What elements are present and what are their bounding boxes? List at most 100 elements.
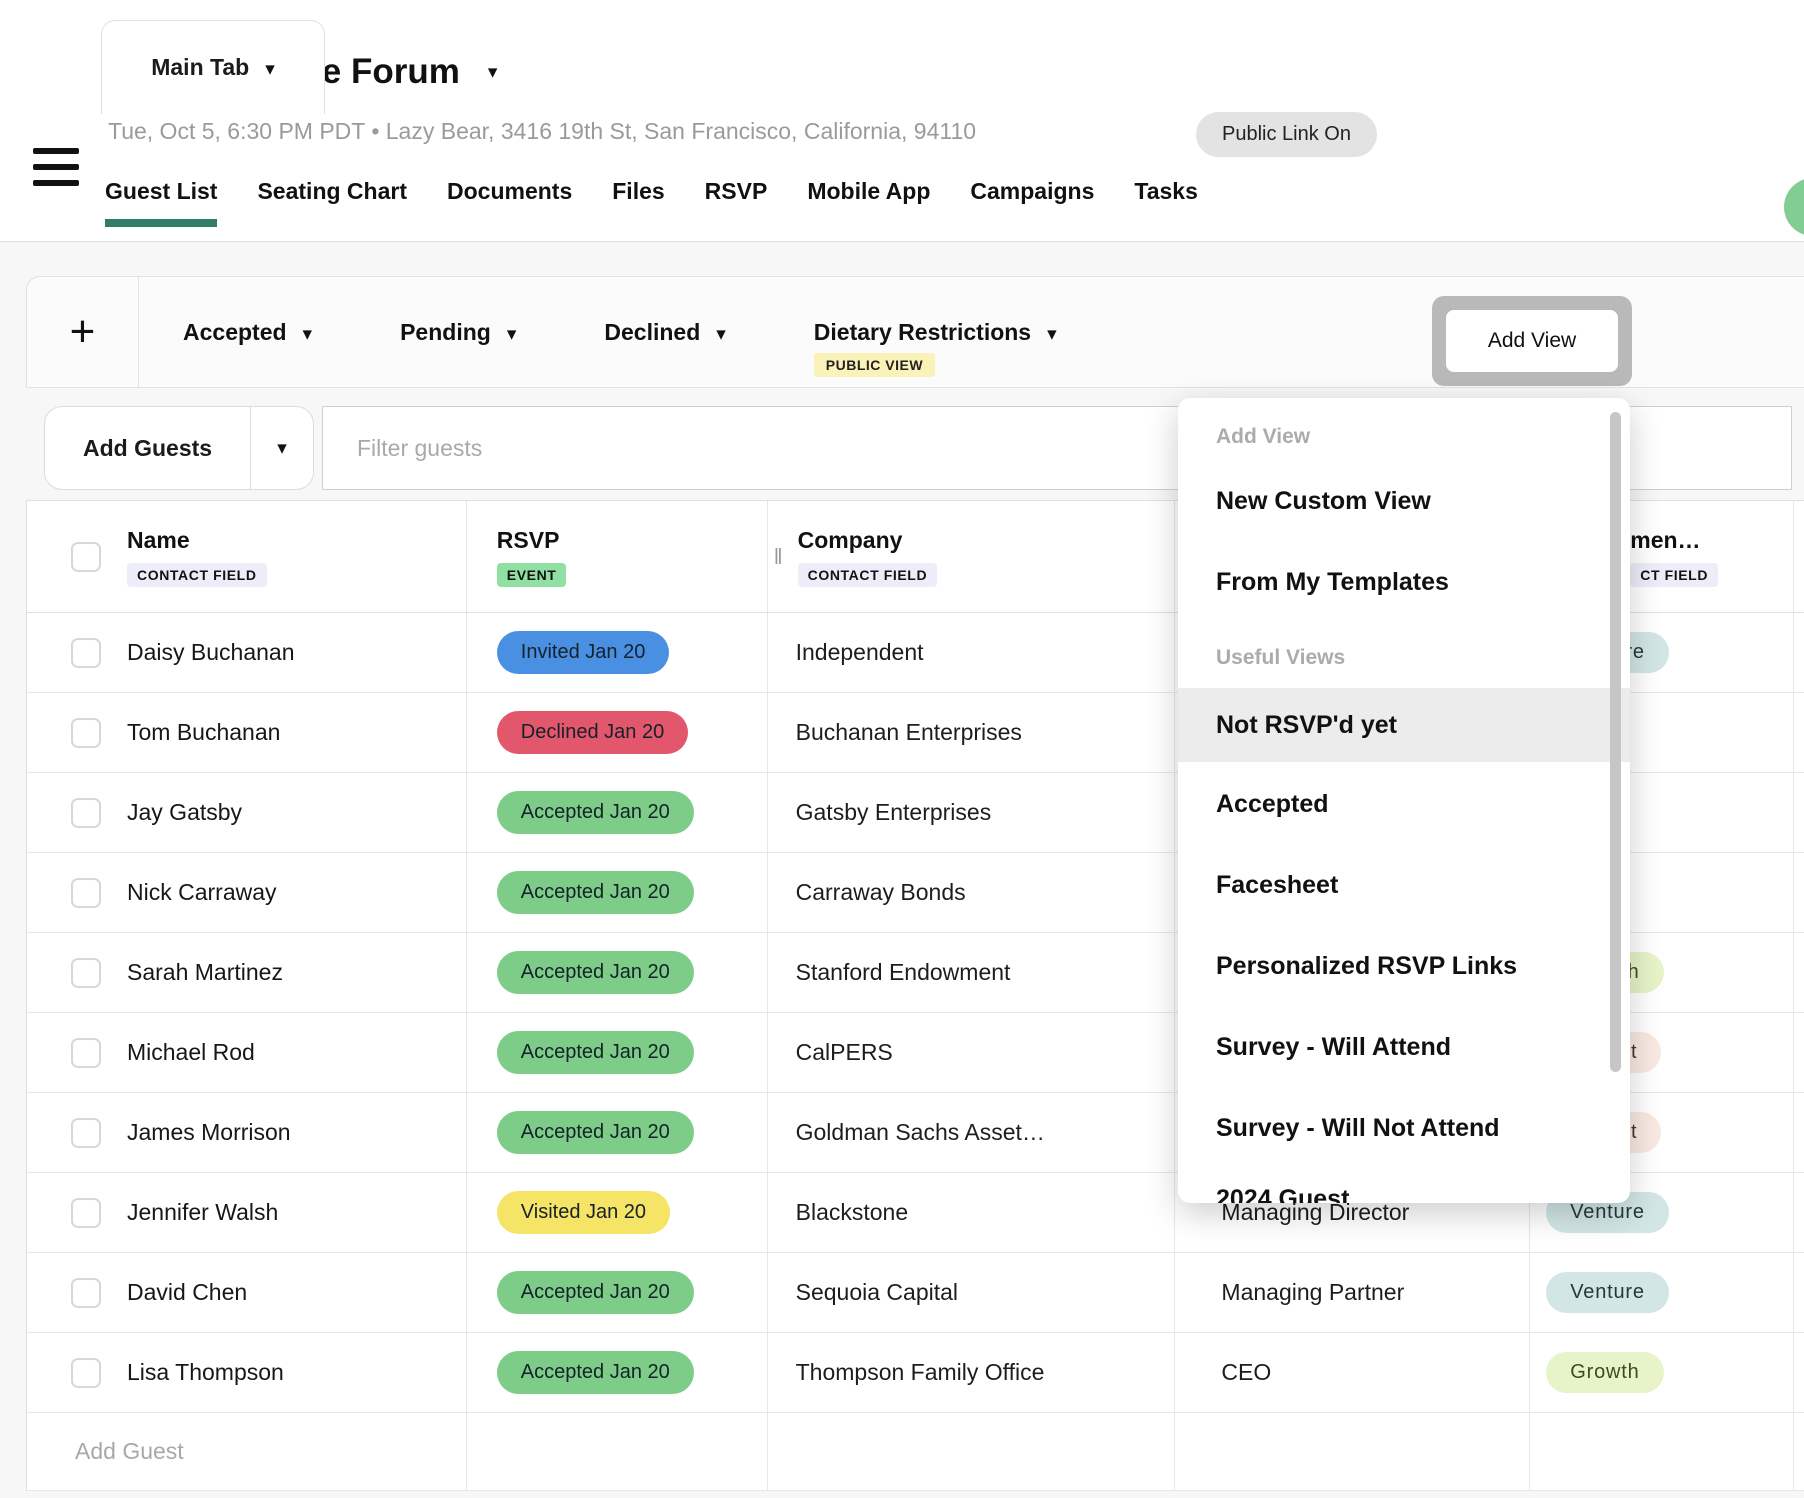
menu-bar xyxy=(33,148,79,154)
contact-field-badge: CONTACT FIELD xyxy=(127,563,267,587)
tab-tasks[interactable]: Tasks xyxy=(1134,178,1198,227)
next-cell xyxy=(1794,1253,1804,1332)
guest-company: Goldman Sachs Asset… xyxy=(796,1119,1045,1146)
add-guests-dropdown-toggle[interactable] xyxy=(251,407,313,489)
rsvp-status-pill: Accepted Jan 20 xyxy=(497,1031,694,1074)
name-cell: James Morrison xyxy=(27,1093,467,1172)
contact-field-badge-clipped: CT FIELD xyxy=(1630,563,1718,587)
rsvp-status-pill: Visited Jan 20 xyxy=(497,1191,670,1234)
menu-item-personalized-rsvp-links[interactable]: Personalized RSVP Links xyxy=(1178,952,1630,981)
view-tab-pending[interactable]: Pending xyxy=(356,277,560,387)
company-cell: Blackstone xyxy=(768,1173,1176,1252)
name-cell: Tom Buchanan xyxy=(27,693,467,772)
add-guest-row[interactable]: Add Guest xyxy=(27,1413,1804,1491)
column-drag-handle-icon[interactable] xyxy=(774,544,783,570)
row-checkbox[interactable] xyxy=(71,878,101,908)
name-cell: Lisa Thompson xyxy=(27,1333,467,1412)
tab-guest-list[interactable]: Guest List xyxy=(105,178,217,227)
add-guest-cell[interactable]: Add Guest xyxy=(27,1413,467,1490)
row-checkbox[interactable] xyxy=(71,1198,101,1228)
row-checkbox[interactable] xyxy=(71,638,101,668)
row-checkbox[interactable] xyxy=(71,718,101,748)
rsvp-cell: Accepted Jan 20 xyxy=(467,853,768,932)
row-checkbox[interactable] xyxy=(71,1358,101,1388)
next-cell xyxy=(1794,1013,1804,1092)
guest-name: Jennifer Walsh xyxy=(127,1199,278,1226)
next-cell xyxy=(1794,853,1804,932)
rsvp-cell: Invited Jan 20 xyxy=(467,613,768,692)
menu-item-from-my-templates[interactable]: From My Templates xyxy=(1178,568,1630,597)
tab-campaigns[interactable]: Campaigns xyxy=(970,178,1094,227)
add-guests-button[interactable]: Add Guests xyxy=(45,407,250,489)
chevron-down-icon xyxy=(265,54,275,81)
column-label-investment-clipped: men… xyxy=(1630,527,1718,554)
menu-section-useful-views: Useful Views xyxy=(1216,646,1345,670)
table-row: Lisa Thompson Accepted Jan 20 Thompson F… xyxy=(27,1333,1804,1413)
row-checkbox[interactable] xyxy=(71,1038,101,1068)
company-cell: Stanford Endowment xyxy=(768,933,1176,1012)
name-cell: Nick Carraway xyxy=(27,853,467,932)
add-view-button-highlight-ring: Add View xyxy=(1432,296,1632,386)
menu-bar xyxy=(33,180,79,186)
company-cell: Thompson Family Office xyxy=(768,1333,1176,1412)
rsvp-status-pill: Accepted Jan 20 xyxy=(497,791,694,834)
add-view-dropdown-menu: Add View New Custom View From My Templat… xyxy=(1178,398,1630,1203)
rsvp-cell: Accepted Jan 20 xyxy=(467,773,768,852)
guest-company: Gatsby Enterprises xyxy=(796,799,992,826)
row-checkbox[interactable] xyxy=(71,1118,101,1148)
name-cell: Jay Gatsby xyxy=(27,773,467,852)
menu-item-facesheet[interactable]: Facesheet xyxy=(1178,871,1630,900)
column-header-rsvp[interactable]: RSVP EVENT xyxy=(467,501,768,612)
row-checkbox[interactable] xyxy=(71,1278,101,1308)
row-checkbox[interactable] xyxy=(71,798,101,828)
column-header-company[interactable]: Company CONTACT FIELD xyxy=(768,501,1176,612)
tab-files[interactable]: Files xyxy=(612,178,664,227)
guest-name: David Chen xyxy=(127,1279,247,1306)
tab-documents[interactable]: Documents xyxy=(447,178,572,227)
menu-item-accepted[interactable]: Accepted xyxy=(1178,790,1630,819)
name-cell: David Chen xyxy=(27,1253,467,1332)
view-tab-accepted[interactable]: Accepted xyxy=(139,277,356,387)
tab-seating-chart[interactable]: Seating Chart xyxy=(257,178,407,227)
public-view-badge: PUBLIC VIEW xyxy=(814,353,935,377)
rsvp-cell: Accepted Jan 20 xyxy=(467,1013,768,1092)
empty-cell xyxy=(768,1413,1176,1490)
add-view-button[interactable]: Add View xyxy=(1446,310,1618,372)
next-cell xyxy=(1794,933,1804,1012)
select-all-checkbox[interactable] xyxy=(71,542,101,572)
menu-item-new-custom-view[interactable]: New Custom View xyxy=(1178,487,1630,516)
next-cell xyxy=(1794,693,1804,772)
tab-mobile-app[interactable]: Mobile App xyxy=(807,178,930,227)
rsvp-status-pill: Accepted Jan 20 xyxy=(497,951,694,994)
view-tab-dietary-restrictions[interactable]: Dietary Restrictions PUBLIC VIEW xyxy=(770,277,1101,387)
menu-item-not-rsvpd-yet[interactable]: Not RSVP'd yet xyxy=(1178,688,1630,762)
chevron-down-icon xyxy=(277,437,287,460)
main-nav: Guest List Seating Chart Documents Files… xyxy=(105,178,1198,227)
menu-item-2024-guest-clipped[interactable]: 2024 Guest xyxy=(1178,1185,1630,1203)
menu-section-add-view: Add View xyxy=(1216,425,1310,449)
view-tab-main-tab-active[interactable]: Main Tab xyxy=(101,20,325,114)
dropdown-scrollbar[interactable] xyxy=(1610,412,1621,1072)
company-cell: Sequoia Capital xyxy=(768,1253,1176,1332)
empty-cell xyxy=(1175,1413,1530,1490)
add-tab-button[interactable] xyxy=(27,277,139,387)
next-cell xyxy=(1794,773,1804,852)
menu-icon[interactable] xyxy=(33,148,79,186)
public-link-status-pill[interactable]: Public Link On xyxy=(1196,112,1377,157)
tag-cell: Growth xyxy=(1530,1333,1794,1412)
company-cell: CalPERS xyxy=(768,1013,1176,1092)
guest-company: Sequoia Capital xyxy=(796,1279,958,1306)
tab-rsvp[interactable]: RSVP xyxy=(705,178,768,227)
title-chevron-down-icon[interactable] xyxy=(488,61,498,84)
title-cell: Managing Partner xyxy=(1175,1253,1530,1332)
company-cell: Carraway Bonds xyxy=(768,853,1176,932)
floating-action-button[interactable] xyxy=(1784,178,1804,236)
view-tab-declined[interactable]: Declined xyxy=(560,277,769,387)
chevron-down-icon xyxy=(716,319,726,346)
menu-item-survey-will-attend[interactable]: Survey - Will Attend xyxy=(1178,1033,1630,1062)
column-header-name[interactable]: Name CONTACT FIELD xyxy=(27,501,467,612)
rsvp-cell: Accepted Jan 20 xyxy=(467,1093,768,1172)
menu-item-survey-will-not-attend[interactable]: Survey - Will Not Attend xyxy=(1178,1114,1630,1143)
row-checkbox[interactable] xyxy=(71,958,101,988)
plus-icon xyxy=(70,310,96,354)
